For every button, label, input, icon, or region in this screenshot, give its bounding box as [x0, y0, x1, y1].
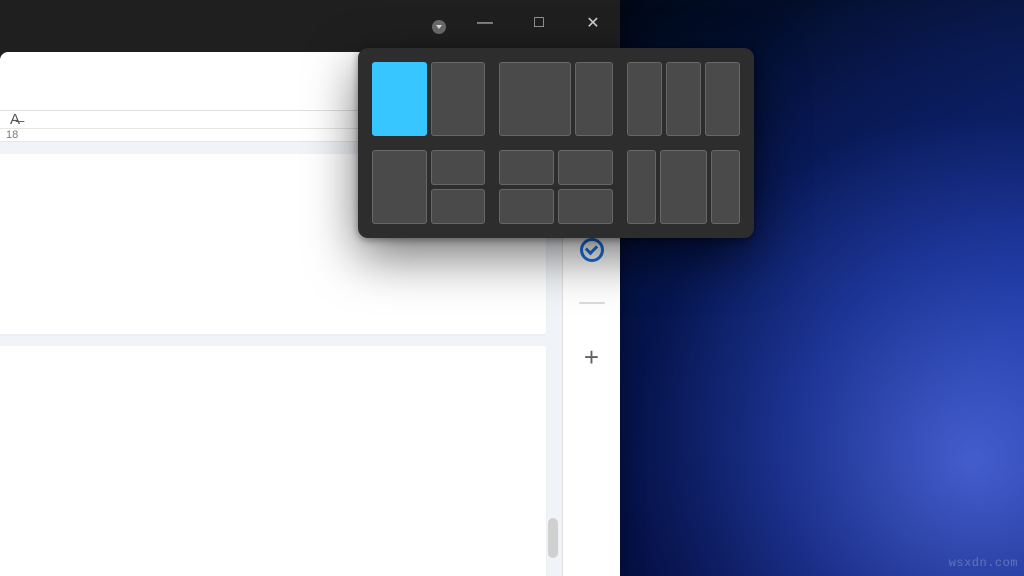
- snap-layout-side-stack[interactable]: [372, 150, 485, 224]
- snap-zone[interactable]: [372, 150, 427, 224]
- minimize-button[interactable]: —: [458, 0, 512, 46]
- snap-zone[interactable]: [627, 150, 656, 224]
- snap-zone[interactable]: [431, 150, 486, 185]
- tasks-icon[interactable]: [580, 238, 604, 262]
- snap-zone[interactable]: [431, 62, 486, 136]
- snap-zone[interactable]: [705, 62, 740, 136]
- snap-zone[interactable]: [660, 150, 707, 224]
- snap-zone[interactable]: [372, 62, 427, 136]
- snap-zone[interactable]: [431, 189, 486, 224]
- snap-zone[interactable]: [711, 150, 740, 224]
- scrollbar-thumb[interactable]: [548, 518, 558, 558]
- snap-zone[interactable]: [499, 150, 554, 185]
- snap-layout-5050[interactable]: [372, 62, 485, 136]
- ruler-value: 18: [6, 129, 18, 141]
- maximize-button[interactable]: □: [512, 0, 566, 46]
- snap-zone[interactable]: [575, 62, 613, 136]
- close-button[interactable]: ✕: [566, 0, 620, 46]
- snap-layouts-flyout: [358, 48, 754, 238]
- snap-zone[interactable]: [499, 62, 571, 136]
- snap-layout-thirds[interactable]: [627, 62, 740, 136]
- snap-zone[interactable]: [558, 150, 613, 185]
- window-titlebar: — □ ✕: [0, 0, 620, 46]
- side-panel-separator: [579, 302, 605, 304]
- add-addon-button[interactable]: +: [584, 344, 599, 370]
- snap-zone[interactable]: [558, 189, 613, 224]
- snap-layout-quad[interactable]: [499, 150, 612, 224]
- document-card: [0, 346, 546, 576]
- snap-layout-three-wide[interactable]: [627, 150, 740, 224]
- watermark: wsxdn.com: [949, 556, 1018, 570]
- snap-zone[interactable]: [627, 62, 662, 136]
- extension-dropdown-icon[interactable]: [432, 20, 446, 34]
- clear-format-icon[interactable]: A̶: [4, 111, 24, 128]
- snap-zone[interactable]: [499, 189, 554, 224]
- snap-layout-7030[interactable]: [499, 62, 612, 136]
- snap-zone[interactable]: [666, 62, 701, 136]
